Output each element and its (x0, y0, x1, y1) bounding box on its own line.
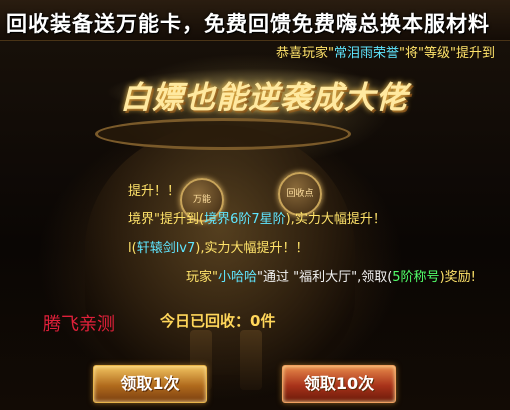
message-text: 境界"提升到( (128, 212, 205, 227)
page-title: 白嫖也能逆袭成大佬 (120, 80, 408, 116)
universal-card-label: 万能 (192, 195, 211, 205)
message-line: 提升！！ (128, 180, 180, 199)
message-text: 玩家" (186, 270, 218, 285)
notice-mid: "将"等级"提升到 (399, 46, 495, 61)
today-recycled-count: 今日已回收：0件 (160, 312, 276, 330)
message-text: 提升！！ (128, 184, 181, 199)
banner-text: 回收装备送万能卡，免费回馈免费嗨总换本服材料 (6, 12, 490, 36)
cauldron-leg (240, 330, 262, 390)
message-text: ),实力大幅提升！ (285, 212, 386, 227)
claim-ten-button[interactable]: 领取10次 (282, 365, 396, 403)
watermark-text: 腾飞亲测 (43, 314, 115, 335)
notice-ticker-top: 恭喜玩家"常泪雨荣誉"将"等级"提升到 (276, 42, 495, 61)
claim-once-button[interactable]: 领取1次 (93, 365, 207, 403)
message-line: 玩家"小哈哈"通过 "福利大厅",领取(5阶称号)奖励! (186, 266, 476, 285)
message-text: )奖励! (439, 270, 476, 285)
top-banner: 回收装备送万能卡，免费回馈免费嗨总换本服材料 (0, 0, 510, 41)
cauldron-rim (95, 118, 351, 150)
message-line: 境界"提升到(境界6阶7星阶),实力大幅提升！ (128, 208, 386, 227)
message-text: l( (128, 241, 137, 256)
notice-player: 常泪雨荣誉 (333, 46, 399, 61)
message-text: ),实力大幅提升！！ (195, 241, 309, 256)
message-highlight: 小哈哈 (217, 270, 257, 285)
message-highlight: 轩辕剑lv7 (136, 241, 196, 256)
message-highlight: 5阶称号 (392, 270, 440, 285)
notice-prefix: 恭喜玩家" (276, 46, 334, 61)
message-text: "通过 "福利大厅",领取( (257, 270, 393, 285)
recycle-point-label: 回收点 (286, 189, 314, 199)
message-highlight: 境界6阶7星阶 (204, 212, 286, 227)
message-line: l(轩辕剑lv7),实力大幅提升！！ (128, 237, 308, 256)
game-recycle-panel: 回收装备送万能卡，免费回馈免费嗨总换本服材料 恭喜玩家"常泪雨荣誉"将"等级"提… (0, 0, 510, 410)
